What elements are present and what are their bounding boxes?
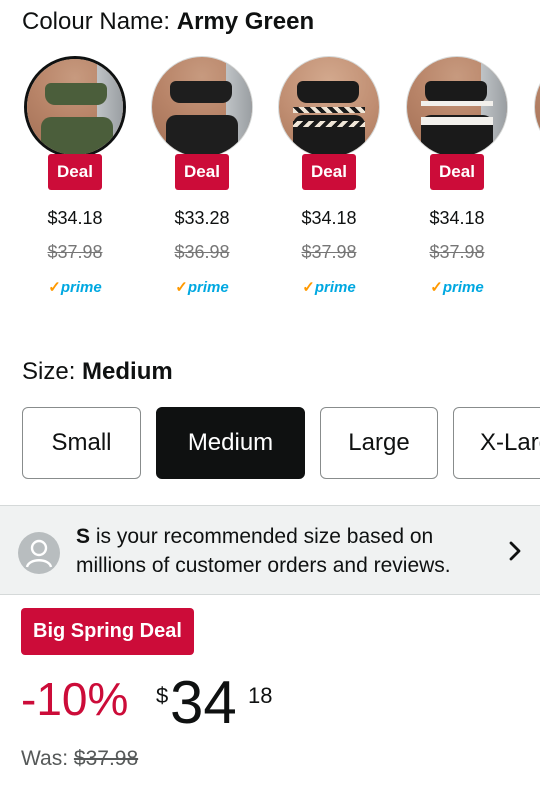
size-value: Medium	[82, 358, 173, 385]
swatch-black[interactable]: Deal $33.28 $36.98 ✓prime	[149, 56, 255, 296]
colour-name-label: Colour Name:	[22, 8, 171, 35]
swatch-partial[interactable]	[532, 56, 540, 158]
swatch-image[interactable]	[534, 56, 540, 158]
prime-check-icon: ✓	[430, 279, 443, 296]
swatch-image[interactable]	[278, 56, 380, 158]
was-price: Was: $37.98	[21, 747, 139, 770]
discount-percentage: -10%	[21, 673, 129, 725]
swatch-price: $34.18	[47, 208, 103, 228]
recommendation-text: S is your recommended size based on mill…	[76, 525, 451, 577]
deal-badge: Deal	[48, 154, 102, 190]
swatch-image[interactable]	[406, 56, 508, 158]
prime-logo: ✓prime	[48, 279, 102, 296]
price-whole: 34	[170, 669, 237, 736]
size-option-large[interactable]: Large	[320, 407, 438, 479]
prime-check-icon: ✓	[175, 279, 188, 296]
size-label: Size:	[22, 358, 76, 385]
colour-swatch-list: Deal $34.18 $37.98 ✓prime Deal $33.28 $3…	[0, 56, 540, 306]
prime-check-icon: ✓	[48, 279, 61, 296]
chevron-right-icon[interactable]	[508, 540, 522, 567]
prime-logo: ✓prime	[430, 279, 484, 296]
prime-check-icon: ✓	[302, 279, 315, 296]
swatch-was-price: $37.98	[47, 242, 103, 262]
swatch-was-price: $37.98	[429, 242, 485, 262]
swatch-was-price: $37.98	[301, 242, 357, 262]
swatch-price: $33.28	[174, 208, 230, 228]
prime-logo: ✓prime	[175, 279, 229, 296]
colour-name-value: Army Green	[176, 8, 315, 35]
price-fraction: 18	[248, 683, 273, 708]
swatch-price: $34.18	[301, 208, 357, 228]
user-avatar-icon	[18, 532, 60, 574]
size-option-medium[interactable]: Medium	[156, 407, 305, 479]
size-option-x-large[interactable]: X-Large	[453, 407, 540, 479]
size-option-small[interactable]: Small	[22, 407, 141, 479]
swatch-price: $34.18	[429, 208, 485, 228]
colour-name-heading: Colour Name: Army Green	[22, 8, 314, 36]
swatch-was-price: $36.98	[174, 242, 230, 262]
swatch-image[interactable]	[24, 56, 126, 158]
size-recommendation-banner[interactable]: S is your recommended size based on mill…	[0, 505, 540, 595]
price-currency: $	[156, 683, 169, 708]
deal-badge: Deal	[175, 154, 229, 190]
deal-badge: Deal	[430, 154, 484, 190]
deal-type-badge: Big Spring Deal	[21, 608, 194, 655]
size-heading: Size: Medium	[22, 358, 173, 386]
recommended-size: S	[76, 525, 91, 548]
size-options: Small Medium Large X-Large	[0, 405, 540, 483]
swatch-black-zigzag[interactable]: Deal $34.18 $37.98 ✓prime	[276, 56, 382, 296]
swatch-image[interactable]	[151, 56, 253, 158]
swatch-army-green[interactable]: Deal $34.18 $37.98 ✓prime	[22, 56, 128, 296]
prime-logo: ✓prime	[302, 279, 356, 296]
deal-badge: Deal	[302, 154, 356, 190]
swatch-black-white-band[interactable]: Deal $34.18 $37.98 ✓prime	[404, 56, 510, 296]
